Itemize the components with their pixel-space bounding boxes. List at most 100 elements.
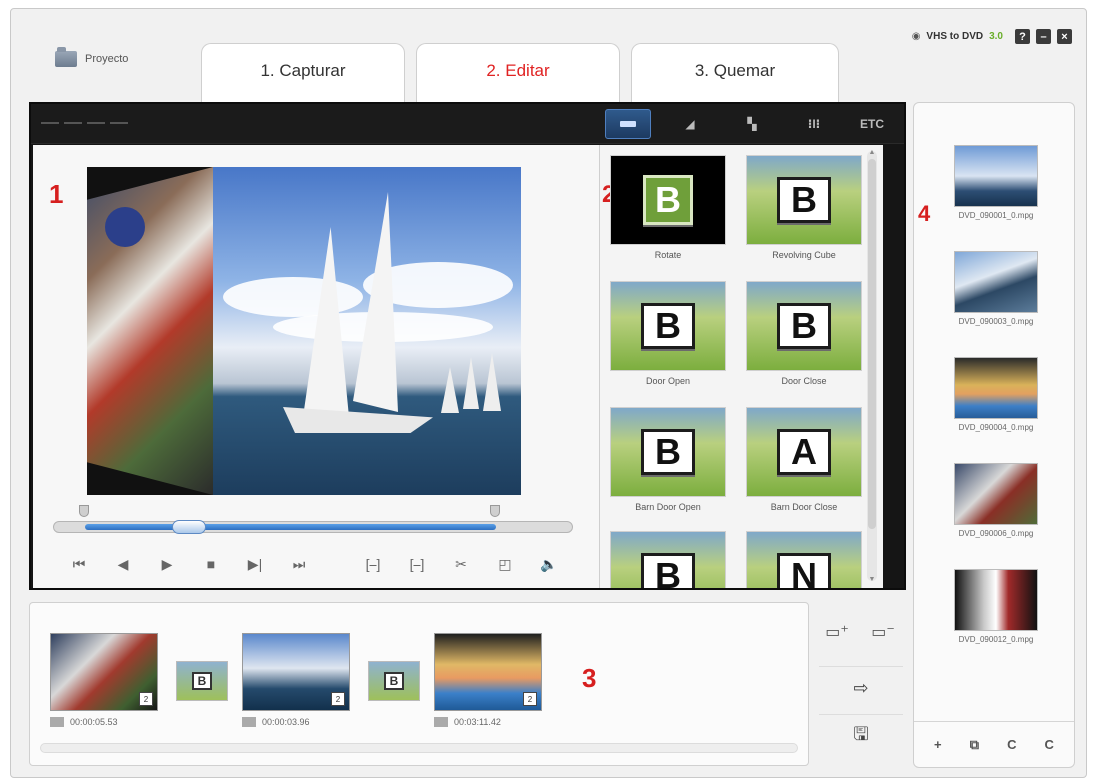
skip-end-button[interactable]: ⏭ <box>277 551 321 577</box>
effect-letter: B <box>641 303 695 349</box>
stop-icon: ■ <box>206 556 216 572</box>
duration-text: 00:00:03.96 <box>262 717 310 727</box>
clip-filename: DVD_090003_0.mpg <box>958 317 1034 326</box>
step-forward-button[interactable]: ▶| <box>233 551 277 577</box>
clip-duration: 00:00:05.53 <box>50 717 158 727</box>
storyboard-clip[interactable]: 2 00:00:05.53 <box>50 633 158 727</box>
clip-library: 4 DVD_090001_0.mpg DVD_090003_0.mpg DVD_… <box>913 102 1075 768</box>
library-clip[interactable]: DVD_090001_0.mpg <box>936 145 1056 220</box>
clip-badge-icon: 2 <box>139 692 153 706</box>
effect-door-open[interactable]: B Door Open <box>610 281 726 386</box>
step-forward-icon: ▶| <box>247 555 263 572</box>
library-clip[interactable]: DVD_090012_0.mpg <box>936 569 1056 644</box>
duration-text: 00:00:05.53 <box>70 717 118 727</box>
stop-button[interactable]: ■ <box>189 551 233 577</box>
effect-letter: B <box>777 303 831 349</box>
storyboard-transition[interactable]: B <box>176 661 228 701</box>
trim-end-marker[interactable] <box>490 505 500 517</box>
project-label: Proyecto <box>85 53 129 65</box>
help-button[interactable]: ? <box>1015 29 1030 44</box>
effect-letter: B <box>641 429 695 475</box>
effect-door-close[interactable]: B Door Close <box>746 281 862 386</box>
brand: ◉ VHS to DVD 3.0 ? – × <box>912 29 1072 44</box>
clip-thumbnail <box>954 251 1038 313</box>
clip-filename: DVD_090012_0.mpg <box>958 635 1034 644</box>
app-name: VHS to DVD <box>926 31 984 42</box>
effect-thumbnail: B <box>610 407 726 497</box>
etc-button[interactable]: ETC <box>849 109 895 139</box>
video-preview[interactable] <box>87 167 521 495</box>
mark-out-button[interactable]: [⎯] <box>395 551 439 577</box>
toolbar-grip <box>41 122 128 124</box>
transition-letter: B <box>384 672 404 690</box>
effect-rotate[interactable]: B Rotate <box>610 155 726 260</box>
rotate-left-icon[interactable]: C <box>1007 737 1016 752</box>
cube-face-football <box>87 167 213 495</box>
scrub-track[interactable] <box>53 520 573 534</box>
effect-letter: N <box>777 553 831 588</box>
remove-track-icon: ▭⁻ <box>871 624 895 641</box>
tab-editar[interactable]: 2. Editar <box>416 43 620 103</box>
library-clip[interactable]: DVD_090006_0.mpg <box>936 463 1056 538</box>
effect-letter: B <box>641 553 695 588</box>
scissors-icon: ✂ <box>455 555 467 572</box>
split-button[interactable]: ▚ <box>729 109 775 139</box>
add-clip-icon[interactable]: + <box>934 737 942 752</box>
remove-track-button[interactable]: ▭⁻ <box>861 612 905 652</box>
playback-controls: ⏮ ◀ ▶ ■ ▶| ⏭ [⎯] [⎯] ✂ ◰ 🔈 <box>57 551 577 577</box>
scroll-down-icon[interactable]: ▼ <box>867 576 877 583</box>
effect-thumbnail: B <box>610 281 726 371</box>
add-track-button[interactable]: ▭⁺ <box>815 612 859 652</box>
minimize-button[interactable]: – <box>1036 29 1051 44</box>
transition-icon <box>620 121 636 127</box>
skip-end-icon: ⏭ <box>292 555 306 572</box>
mark-in-button[interactable]: [⎯] <box>351 551 395 577</box>
step-back-button[interactable]: ◀ <box>101 551 145 577</box>
scrollbar-thumb[interactable] <box>868 159 876 529</box>
effect-barn-door-close[interactable]: A Barn Door Close <box>746 407 862 512</box>
storyboard-tools: ▭⁺ ▭⁻ ⇨ 🖫 <box>811 602 907 766</box>
scroll-up-icon[interactable]: ▲ <box>867 149 877 156</box>
rotate-right-icon[interactable]: C <box>1045 737 1054 752</box>
effect-thumbnail: B <box>610 531 726 588</box>
project-tab[interactable]: Proyecto <box>33 37 203 95</box>
effect-item[interactable]: N <box>746 531 862 588</box>
text-button[interactable]: ⁝I⁝ <box>791 109 837 139</box>
tab-quemar[interactable]: 3. Quemar <box>631 43 839 103</box>
trim-start-marker[interactable] <box>79 505 90 517</box>
clip-duration: 00:00:03.96 <box>242 717 350 727</box>
close-button[interactable]: × <box>1057 29 1072 44</box>
library-clip[interactable]: DVD_090003_0.mpg <box>936 251 1056 326</box>
play-button[interactable]: ▶ <box>145 551 189 577</box>
duplicate-clip-icon[interactable]: ⧉ <box>970 737 979 753</box>
storyboard-clip[interactable]: 2 00:03:11.42 <box>434 633 542 727</box>
save-button[interactable]: 🖫 <box>819 714 903 758</box>
export-button[interactable]: ⇨ <box>819 666 903 710</box>
transition-button[interactable] <box>605 109 651 139</box>
clip-duration: 00:03:11.42 <box>434 717 542 727</box>
cut-button[interactable]: ✂ <box>439 551 483 577</box>
storyboard-scrollbar[interactable] <box>40 743 798 753</box>
library-clip[interactable]: DVD_090004_0.mpg <box>936 357 1056 432</box>
effect-revolving-cube[interactable]: B Revolving Cube <box>746 155 862 260</box>
storyboard-clip[interactable]: 2 00:00:03.96 <box>242 633 350 727</box>
effect-label: Door Close <box>781 376 827 386</box>
effect-barn-door-open[interactable]: B Barn Door Open <box>610 407 726 512</box>
text-icon: ⁝I⁝ <box>807 117 821 131</box>
storyboard-transition[interactable]: B <box>368 661 420 701</box>
scrub-thumb[interactable] <box>172 520 207 534</box>
split-icon: ▚ <box>747 117 757 131</box>
effect-button[interactable]: ◢ <box>667 109 713 139</box>
snapshot-button[interactable]: ◰ <box>483 551 527 577</box>
library-toolbar: + ⧉ C C <box>914 721 1074 767</box>
effect-label: Door Open <box>645 376 691 386</box>
effect-thumbnail: B <box>746 281 862 371</box>
skip-start-button[interactable]: ⏮ <box>57 551 101 577</box>
tab-capturar[interactable]: 1. Capturar <box>201 43 405 103</box>
volume-button[interactable]: 🔈 <box>527 551 571 577</box>
effect-item[interactable]: B <box>610 531 726 588</box>
camera-icon: ◰ <box>498 555 512 572</box>
step-back-icon: ◀ <box>117 555 129 572</box>
mark-out-icon: [⎯] <box>409 555 425 572</box>
effects-scrollbar[interactable]: ▲ ▼ <box>867 149 877 583</box>
